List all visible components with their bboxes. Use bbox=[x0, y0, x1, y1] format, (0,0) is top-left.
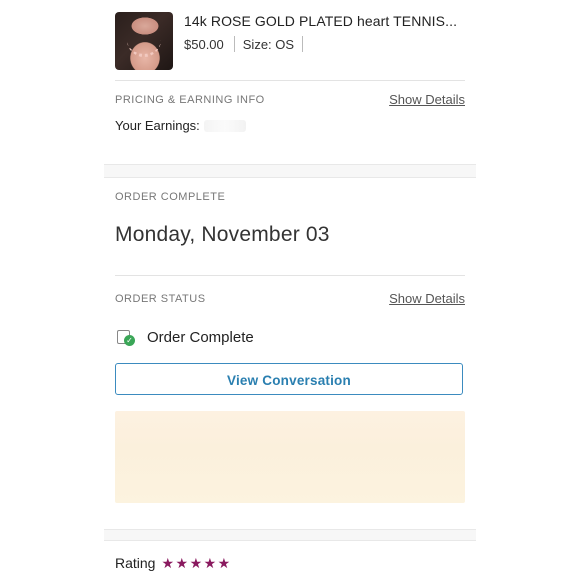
product-thumbnail[interactable] bbox=[115, 12, 173, 70]
section-separator bbox=[104, 164, 476, 178]
redacted-panel bbox=[115, 411, 465, 503]
product-price: $50.00 bbox=[184, 36, 224, 52]
order-details-page: 14k ROSE GOLD PLATED heart TENNIS... $50… bbox=[0, 0, 580, 580]
view-conversation-button[interactable]: View Conversation bbox=[115, 363, 463, 395]
order-status-row: ✓ Order Complete bbox=[115, 326, 254, 348]
necklace-graphic bbox=[127, 36, 161, 57]
order-complete-section-label: ORDER COMPLETE bbox=[115, 191, 226, 203]
status-show-details-link[interactable]: Show Details bbox=[389, 291, 465, 306]
meta-divider bbox=[302, 36, 304, 52]
divider bbox=[115, 80, 465, 81]
product-summary[interactable]: 14k ROSE GOLD PLATED heart TENNIS... $50… bbox=[115, 12, 465, 70]
order-complete-date: Monday, November 03 bbox=[115, 223, 330, 246]
divider bbox=[115, 275, 465, 276]
order-complete-icon: ✓ bbox=[115, 327, 135, 347]
meta-divider bbox=[233, 36, 235, 52]
section-separator bbox=[104, 529, 476, 541]
product-meta: $50.00 Size: OS bbox=[184, 35, 311, 53]
product-title[interactable]: 14k ROSE GOLD PLATED heart TENNIS... bbox=[184, 13, 457, 29]
earnings-value-redacted bbox=[203, 119, 246, 132]
order-status-text: Order Complete bbox=[147, 328, 254, 346]
rating-label: Rating bbox=[115, 555, 156, 571]
order-status-section-label: ORDER STATUS bbox=[115, 293, 206, 305]
product-size: Size: OS bbox=[242, 36, 295, 52]
rating-row: Rating ★★★★★ bbox=[115, 554, 232, 572]
rating-stars: ★★★★★ bbox=[161, 554, 232, 571]
pricing-show-details-link[interactable]: Show Details bbox=[389, 92, 465, 107]
earnings-row: Your Earnings: bbox=[115, 118, 246, 133]
earnings-label: Your Earnings: bbox=[115, 118, 200, 133]
pricing-section-label: PRICING & EARNING INFO bbox=[115, 94, 265, 106]
